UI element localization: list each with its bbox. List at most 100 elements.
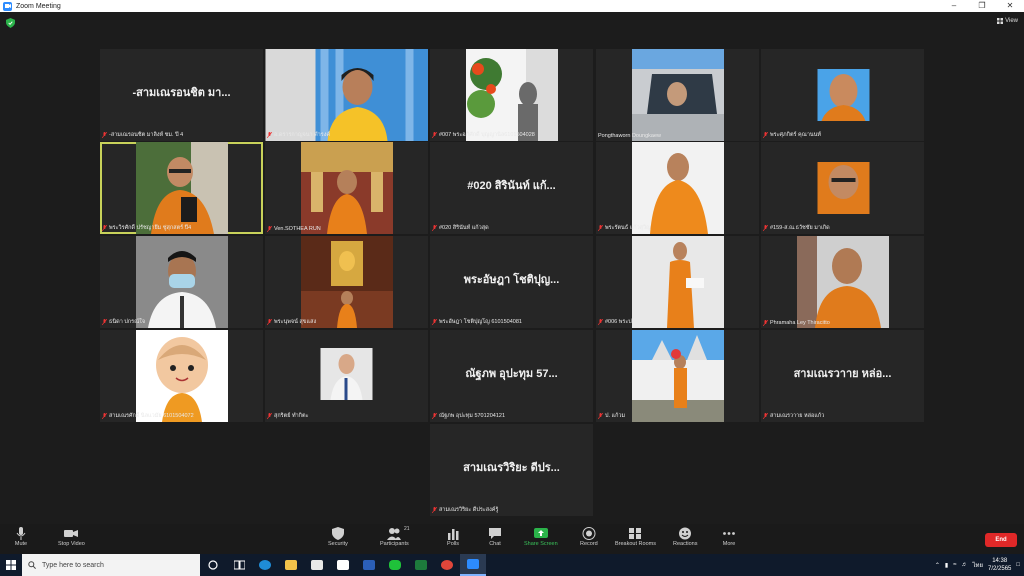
participants-count: 21 [404,526,410,532]
zoom-app-icon [3,1,12,11]
participant-tile[interactable]: พระรัตนธ์ แก้วสุวิญ [596,142,759,234]
participant-tile[interactable]: ธนิดา ปกรณ์ใจ [100,236,263,328]
security-button[interactable]: Security [328,527,348,547]
participant-tile[interactable]: สามเณรวาาย หล่อ... สามเณรวาาย หล่อแก้ว [761,330,924,422]
participant-tile[interactable]: ณัฐภพ อุปะทุม 57... ณัฐภพ อุปะทุม 570120… [430,330,593,422]
participant-tile[interactable]: สามเณรวิริยะ ดีปร... สามเณรวิริยะ ดีประส… [430,424,593,516]
participant-name-label: Ven.SOTHEA RUN [267,226,321,232]
participant-name-label: #007 พระอภิศักดิ์ บุญญานิล6101504028 [432,131,535,139]
mic-muted-icon [267,226,272,232]
participant-tile[interactable]: #020 สิรินันท์ แก้... #020 สิรินันท์ แก้… [430,142,593,234]
start-button[interactable] [0,554,22,576]
participant-tile-active-speaker[interactable]: พระวิรศักดิ์ ปรัชญายึม ซู่สุกสตร์ ปี4 [100,142,263,234]
participant-tile[interactable]: ป. แก้วม [596,330,759,422]
windows-taskbar: Type here to search ⌃ ▮ ≈ ♬ ไทย 14:38 7/… [0,554,1024,576]
more-button[interactable]: More [722,527,736,547]
participant-video [465,49,558,141]
participant-tile[interactable]: สุกริตย์ ทำกิตะ [265,330,428,422]
minimize-icon[interactable]: – [940,0,968,12]
polls-icon [448,529,459,540]
edge-browser-icon[interactable] [252,554,278,576]
mic-muted-icon [102,225,107,231]
store-icon[interactable] [304,554,330,576]
mic-muted-icon [763,413,768,419]
mic-muted-icon [432,132,437,138]
participant-video [135,236,228,328]
chevron-up-icon[interactable]: ⌃ [935,562,940,569]
stop-video-button[interactable]: Stop Video [58,527,85,547]
taskbar-clock[interactable]: 14:38 7/2/2565 [988,557,1011,573]
share-screen-button[interactable]: Share Screen [524,527,558,547]
participant-tile[interactable]: พระศุภกิตร์ คุณานนท์ [761,49,924,141]
mic-muted-icon [267,319,272,325]
end-meeting-button[interactable]: End [985,533,1017,547]
mic-muted-icon [598,225,603,231]
file-explorer-icon[interactable] [278,554,304,576]
participant-video [631,330,724,422]
chrome-icon[interactable] [434,554,460,576]
volume-icon[interactable]: ♬ [962,562,968,568]
record-icon [582,527,596,540]
participant-tile[interactable]: #159-ส.ณ.ธวัชชัย มาเกิด [761,142,924,234]
participant-name-label: พระรัตนธ์ แก้วสุวิญ [598,224,651,232]
mic-muted-icon [267,132,272,138]
mic-muted-icon [432,319,437,325]
notification-icon[interactable]: □ [1016,562,1020,568]
participant-name-label: สามเณรวิริยะ ดีประสงค์รู้ [432,506,498,514]
excel-icon[interactable] [408,554,434,576]
polls-button[interactable]: Polls [446,527,460,547]
search-icon [28,561,36,569]
mail-icon[interactable] [330,554,356,576]
mic-muted-icon [432,225,437,231]
ellipsis-icon [723,532,735,535]
task-view-icon[interactable] [226,554,252,576]
participant-name-label: Phramaha Ley Thiracitto [763,320,830,326]
reactions-button[interactable]: Reactions [673,527,697,547]
search-placeholder: Type here to search [42,561,104,569]
participant-tile[interactable]: -สามเณรอนชิต มา... -สามเณรอนชิต มาลิงห์ … [100,49,263,141]
participant-tile[interactable]: สามเณรศักดิ์ นิลแวมัย 6101504072 [100,330,263,422]
mic-muted-icon [267,413,272,419]
restore-icon[interactable]: ❐ [968,0,996,12]
meeting-toolbar: Mute Stop Video Security Participants 21… [0,524,1024,554]
participant-tile[interactable]: #006 พระปวรท อดีตเสน [596,236,759,328]
zoom-taskbar-icon[interactable] [460,554,486,576]
word-icon[interactable] [356,554,382,576]
mic-muted-icon [763,320,768,326]
participant-name-label: Pongthaworn Doungkaew [598,133,661,139]
participant-tile[interactable]: Phramaha Ley Thiracitto [761,236,924,328]
battery-icon[interactable]: ▮ [945,562,948,569]
participant-name-label: #020 สิรินันท์ แก้วสุด [432,224,489,232]
participant-tile[interactable]: #007 พระอภิศักดิ์ บุญญานิล6101504028 [430,49,593,141]
participant-name-label: พระวิรศักดิ์ ปรัชญายึม ซู่สุกสตร์ ปี4 [102,224,191,232]
participant-video [135,142,228,234]
participant-tile[interactable]: อ.ดรารกาญจนา ดำรงค์ [265,49,428,141]
participant-tile[interactable]: Ven.SOTHEA RUN [265,142,428,234]
participant-name-label: อ.ดรารกาญจนา ดำรงค์ [267,131,330,139]
participant-name-label: ป. แก้วม [598,412,625,420]
participant-tile[interactable]: พระอัษฎา โชติปุญ... พระอัษฎา โชติปุญโญ 6… [430,236,593,328]
breakout-rooms-button[interactable]: Breakout Rooms [615,527,656,547]
taskbar-search-box[interactable]: Type here to search [22,554,200,576]
window-title: Zoom Meeting [16,2,61,10]
video-camera-icon [64,530,79,537]
view-button[interactable]: View [997,18,1018,24]
participant-tile[interactable]: พระนุพจน์ สุขแสง [265,236,428,328]
wifi-icon[interactable]: ≈ [953,562,956,568]
line-app-icon[interactable] [382,554,408,576]
mic-muted-icon [102,132,107,138]
shield-icon[interactable] [6,18,15,28]
participant-video [631,236,724,328]
language-indicator[interactable]: ไทย [973,560,984,570]
participant-name-large: ณัฐภพ อุปะทุม 57... [465,368,558,380]
cortana-icon[interactable] [200,554,226,576]
participant-tile[interactable]: Pongthaworn Doungkaew [596,49,759,141]
clock-time: 14:38 [992,558,1008,564]
mute-button[interactable]: Mute [14,527,28,547]
chat-button[interactable]: Chat [488,527,502,547]
breakout-rooms-icon [629,528,642,539]
close-icon[interactable]: ✕ [996,0,1024,12]
participant-video [300,142,393,234]
participant-name-large: พระอัษฎา โชติปุญ... [463,274,560,286]
record-button[interactable]: Record [580,527,598,547]
